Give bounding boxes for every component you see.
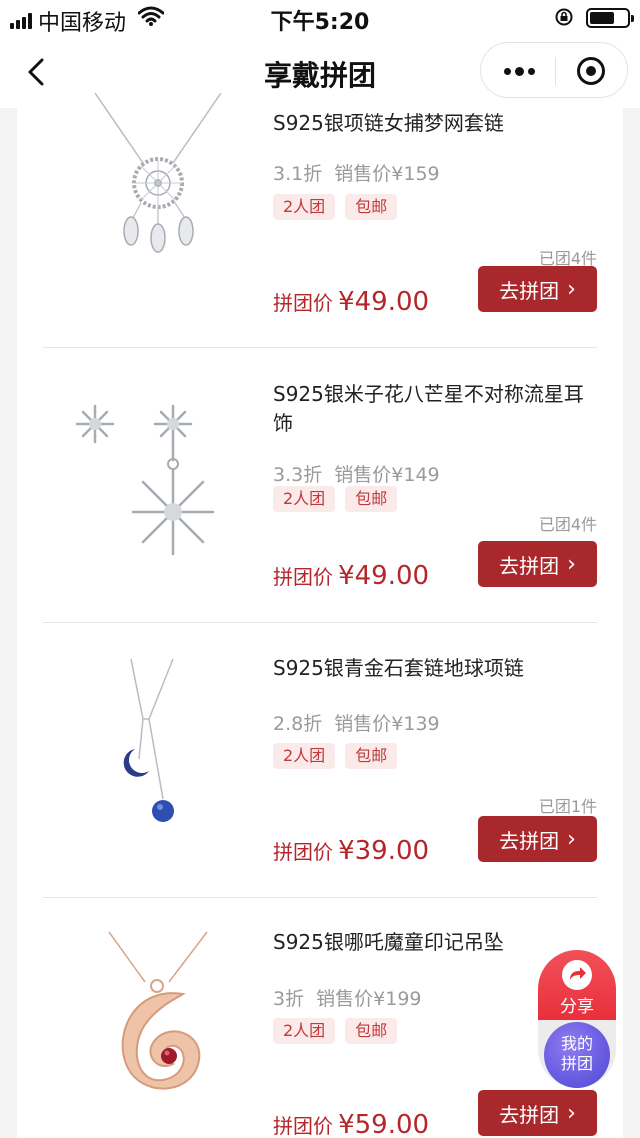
free-shipping-tag: 包邮	[345, 194, 398, 220]
product-name: S925银青金石套链地球项链	[273, 656, 524, 680]
retail-price-line: 3折 销售价¥199	[273, 984, 422, 1011]
join-group-button[interactable]: 去拼团 ›	[478, 816, 597, 862]
retail-price-label: 销售价	[334, 713, 392, 735]
group-price-value: ¥49.00	[338, 287, 430, 317]
star-earrings-image	[75, 404, 215, 556]
group-price-label: 拼团价	[273, 565, 333, 589]
discount-text: 3.1折	[273, 163, 323, 185]
dreamcatcher-necklace-image	[94, 93, 222, 253]
free-shipping-tag: 包邮	[345, 1018, 398, 1044]
product-name: S925银哪吒魔童印记吊坠	[273, 930, 504, 954]
join-group-label: 去拼团	[499, 1102, 560, 1127]
nezha-pendant-image	[108, 931, 208, 1090]
orientation-lock-icon	[555, 8, 573, 26]
group-size-tag: 2人团	[273, 194, 336, 220]
tag-list: 2人团 包邮	[273, 1018, 398, 1044]
clock: 下午5:20	[270, 10, 370, 35]
product-item[interactable]: S925银项链女捕梦网套链 3.1折 销售价¥159 2人团 包邮 已团4件 拼…	[17, 73, 623, 348]
product-name: S925银米子花八芒星不对称流星耳饰	[273, 382, 584, 435]
product-name: S925银项链女捕梦网套链	[273, 111, 504, 135]
retail-price-label: 销售价	[316, 988, 374, 1010]
group-price: 拼团价 ¥49.00	[273, 287, 429, 317]
discount-text: 2.8折	[273, 713, 323, 735]
retail-price-line: 2.8折 销售价¥139	[273, 709, 440, 736]
free-shipping-tag: 包邮	[345, 486, 398, 512]
sold-count: 已团1件	[538, 797, 597, 816]
group-price-label: 拼团价	[273, 840, 333, 864]
status-bar: 中国移动 下午5:20	[0, 0, 640, 36]
retail-price: ¥159	[391, 163, 440, 185]
product-list: S925银项链女捕梦网套链 3.1折 销售价¥159 2人团 包邮 已团4件 拼…	[17, 93, 623, 1138]
group-price-value: ¥39.00	[338, 836, 430, 866]
discount-text: 3.3折	[273, 464, 323, 486]
my-groups-label-line2: 拼团	[560, 1054, 593, 1073]
retail-price-line: 3.1折 销售价¥159	[273, 159, 440, 186]
retail-price: ¥139	[391, 713, 440, 735]
lapis-moon-necklace-image	[123, 658, 174, 822]
my-groups-button[interactable]: 我的 拼团	[544, 1022, 610, 1088]
retail-price: ¥149	[391, 464, 440, 486]
tag-list: 2人团 包邮	[273, 743, 398, 769]
retail-price: ¥199	[373, 988, 422, 1010]
chevron-right-icon: ›	[567, 551, 576, 577]
group-price-value: ¥49.00	[338, 561, 430, 591]
battery-icon	[586, 8, 634, 28]
group-price: 拼团价 ¥59.00	[273, 1110, 429, 1138]
retail-price-label: 销售价	[334, 163, 392, 185]
product-item[interactable]: S925银哪吒魔童印记吊坠 3折 销售价¥199 2人团 包邮 拼团价 ¥59.…	[17, 898, 623, 1138]
retail-price-line: 3.3折 销售价¥149	[273, 460, 440, 487]
join-group-label: 去拼团	[499, 553, 560, 578]
join-group-label: 去拼团	[499, 828, 560, 853]
tag-list: 2人团 包邮	[273, 486, 398, 512]
group-price: 拼团价 ¥49.00	[273, 561, 429, 591]
floating-actions: 分享 我的 拼团	[538, 950, 616, 1088]
discount-text: 3折	[273, 988, 305, 1010]
tag-list: 2人团 包邮	[273, 194, 398, 220]
join-group-label: 去拼团	[499, 278, 560, 303]
chevron-right-icon: ›	[567, 276, 576, 302]
join-group-button[interactable]: 去拼团 ›	[478, 541, 597, 587]
group-size-tag: 2人团	[273, 743, 336, 769]
join-group-button[interactable]: 去拼团 ›	[478, 1090, 597, 1136]
my-groups-label-line1: 我的	[560, 1034, 593, 1053]
group-size-tag: 2人团	[273, 1018, 336, 1044]
retail-price-label: 销售价	[334, 464, 392, 486]
sold-count: 已团4件	[538, 515, 597, 534]
free-shipping-tag: 包邮	[345, 743, 398, 769]
share-button[interactable]: 分享	[538, 950, 616, 1020]
group-size-tag: 2人团	[273, 486, 336, 512]
product-item[interactable]: S925银青金石套链地球项链 2.8折 销售价¥139 2人团 包邮 已团1件 …	[17, 623, 623, 898]
join-group-button[interactable]: 去拼团 ›	[478, 266, 597, 312]
group-price: 拼团价 ¥39.00	[273, 836, 429, 866]
share-label: 分享	[560, 997, 594, 1017]
chevron-right-icon: ›	[567, 826, 576, 852]
share-icon	[562, 960, 592, 990]
group-price-label: 拼团价	[273, 1114, 333, 1138]
product-item[interactable]: S925银米子花八芒星不对称流星耳饰 3.3折 销售价¥149 2人团 包邮 已…	[17, 348, 623, 623]
group-price-value: ¥59.00	[338, 1110, 430, 1138]
chevron-right-icon: ›	[567, 1100, 576, 1126]
group-price-label: 拼团价	[273, 291, 333, 315]
